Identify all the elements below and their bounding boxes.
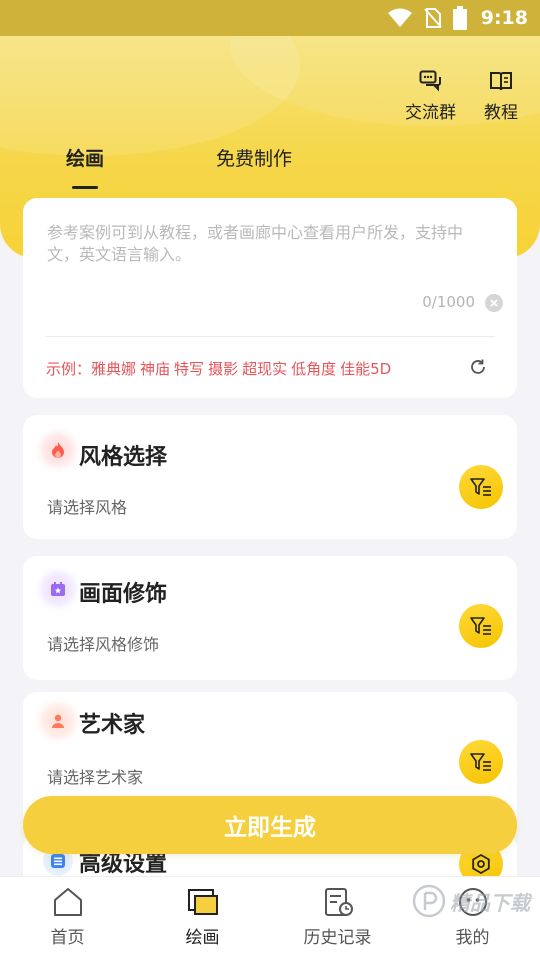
home-icon [53, 888, 82, 916]
artist-title: 艺术家 [79, 713, 146, 738]
header-actions: 交流群 教程 [405, 70, 518, 123]
nav-label-profile: 我的 [455, 928, 490, 948]
example-tag[interactable]: 特写 [174, 360, 204, 378]
watermark-logo-icon [412, 884, 446, 918]
status-time: 9:18 [480, 7, 528, 29]
example-prefix: 示例： [46, 360, 92, 378]
generate-button[interactable]: 立即生成 [23, 796, 517, 854]
status-bar: 9:18 [0, 0, 540, 36]
nav-label-drawing: 绘画 [185, 928, 220, 948]
tutorial-button[interactable]: 教程 [484, 70, 518, 123]
example-tag[interactable]: 佳能5D [340, 360, 391, 378]
refresh-icon [471, 359, 485, 374]
tab-free-make[interactable]: 免费制作 [216, 144, 292, 171]
gear-icon [472, 853, 490, 875]
nav-item-drawing[interactable]: 绘画 [135, 877, 270, 960]
example-tag[interactable]: 神庙 [140, 360, 170, 378]
close-icon [490, 299, 498, 307]
refresh-examples-button[interactable] [469, 358, 487, 380]
style-filter-button[interactable] [459, 465, 503, 509]
artist-icon [43, 706, 73, 736]
example-tag[interactable]: 摄影 [208, 360, 238, 378]
style-select-card[interactable]: 风格选择 请选择风格 [23, 415, 517, 539]
nav-label-home: 首页 [50, 928, 85, 948]
no-sim-icon [423, 8, 442, 28]
decoration-card[interactable]: 画面修饰 请选择风格修饰 [23, 556, 517, 680]
history-icon [324, 888, 353, 916]
decoration-title: 画面修饰 [79, 582, 168, 607]
book-icon [490, 72, 512, 91]
community-group-label: 交流群 [405, 103, 456, 123]
community-group-button[interactable]: 交流群 [405, 70, 456, 123]
mode-tabs: 绘画 免费制作 [66, 144, 292, 171]
clear-input-button[interactable] [485, 294, 503, 312]
chat-icon [419, 70, 441, 92]
calendar-star-icon [43, 574, 73, 604]
artist-filter-button[interactable] [459, 740, 503, 784]
example-tags: 雅典娜 神庙 特写 摄影 超现实 低角度 佳能5D [91, 360, 395, 378]
style-select-subtitle: 请选择风格 [47, 498, 128, 517]
nav-item-home[interactable]: 首页 [0, 877, 135, 960]
canvas-icon [187, 889, 218, 915]
style-select-title: 风格选择 [79, 445, 168, 470]
watermark: 精品下载 [412, 884, 530, 918]
example-tag[interactable]: 雅典娜 [91, 360, 136, 378]
example-tag[interactable]: 低角度 [291, 360, 336, 378]
prompt-input[interactable]: 参考案例可到从教程，或者画廊中心查看用户所发，支持中文，英文语言输入。 [47, 222, 493, 266]
character-counter: 0/1000 [422, 293, 475, 311]
tab-drawing[interactable]: 绘画 [66, 144, 104, 171]
nav-item-history[interactable]: 历史记录 [270, 877, 405, 960]
tutorial-label: 教程 [484, 103, 518, 123]
battery-icon [452, 6, 467, 30]
artist-subtitle: 请选择艺术家 [47, 768, 144, 787]
divider [45, 336, 495, 337]
wifi-icon [387, 8, 412, 27]
watermark-text: 精品下载 [450, 890, 530, 915]
filter-icon [470, 617, 491, 635]
decoration-filter-button[interactable] [459, 604, 503, 648]
nav-label-history: 历史记录 [303, 928, 372, 948]
prompt-card: 参考案例可到从教程，或者画廊中心查看用户所发，支持中文，英文语言输入。 0/10… [23, 198, 517, 398]
flame-icon [43, 435, 73, 465]
decoration-subtitle: 请选择风格修饰 [47, 635, 160, 654]
filter-icon [470, 478, 491, 496]
example-row: 示例：雅典娜 神庙 特写 摄影 超现实 低角度 佳能5D [46, 358, 395, 379]
example-tag[interactable]: 超现实 [242, 360, 287, 378]
filter-icon [470, 753, 491, 771]
